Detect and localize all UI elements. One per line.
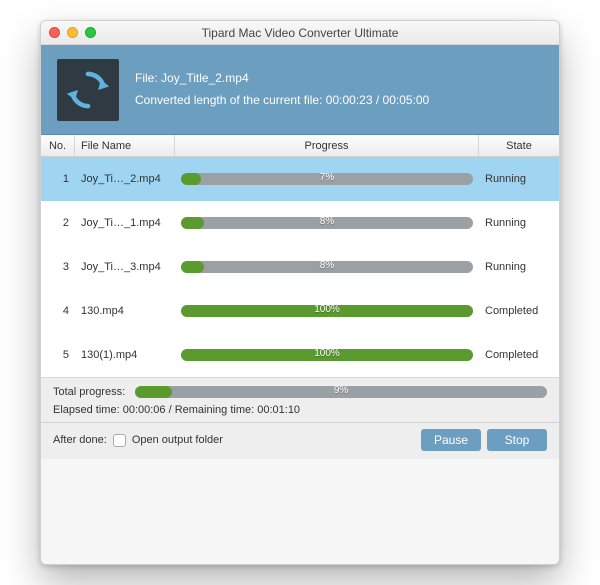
stop-button[interactable]: Stop [487,429,547,451]
table-body: 1Joy_Ti…_2.mp4 7% Running 2Joy_Ti…_1.mp4 8% R… [41,157,559,377]
window-title: Tipard Mac Video Converter Ultimate [41,26,559,40]
progress-bar: 8% [181,217,473,229]
progress-pct: 8% [181,217,473,227]
footer: Total progress: 9% Elapsed time: 00:00:0… [41,377,559,459]
progress-prefix: Converted length of the current file: [135,93,326,107]
progress-pct: 7% [181,173,473,183]
row-progress: 100% [175,305,479,317]
row-filename: Joy_Ti…_3.mp4 [75,261,175,273]
row-progress: 7% [175,173,479,185]
row-state: Running [479,217,559,229]
time-line: Elapsed time: 00:00:06 / Remaining time:… [53,404,547,416]
row-no: 1 [41,173,75,185]
total-progress-pct: 9% [135,386,547,396]
window-controls [49,27,96,38]
row-filename: 130(1).mp4 [75,349,175,361]
total-progress-bar: 9% [135,386,547,398]
total-length: 00:05:00 [383,93,430,107]
progress-bar: 8% [181,261,473,273]
table-row[interactable]: 4130.mp4 100% Completed [41,289,559,333]
row-state: Completed [479,305,559,317]
col-header-name[interactable]: File Name [75,135,175,156]
open-output-folder-label[interactable]: Open output folder [132,434,223,446]
row-state: Completed [479,349,559,361]
maximize-icon[interactable] [85,27,96,38]
table-row[interactable]: 2Joy_Ti…_1.mp4 8% Running [41,201,559,245]
progress-pct: 8% [181,261,473,271]
row-filename: Joy_Ti…_1.mp4 [75,217,175,229]
banner-text: File: Joy_Title_2.mp4 Converted length o… [135,68,429,111]
current-file-name: Joy_Title_2.mp4 [161,71,249,85]
progress-bar: 100% [181,305,473,317]
progress-pct: 100% [181,349,473,359]
convert-icon [57,59,119,121]
progress-bar: 100% [181,349,473,361]
file-prefix: File: [135,71,161,85]
progress-pct: 100% [181,305,473,315]
app-window: Tipard Mac Video Converter Ultimate File… [40,20,560,565]
row-no: 4 [41,305,75,317]
row-state: Running [479,261,559,273]
table-row[interactable]: 5130(1).mp4 100% Completed [41,333,559,377]
table-header: No. File Name Progress State [41,135,559,157]
row-no: 5 [41,349,75,361]
row-no: 2 [41,217,75,229]
divider [41,422,559,423]
row-filename: Joy_Ti…_2.mp4 [75,173,175,185]
table-row[interactable]: 3Joy_Ti…_3.mp4 8% Running [41,245,559,289]
col-header-state[interactable]: State [479,135,559,156]
total-progress-label: Total progress: [53,386,125,398]
col-header-no[interactable]: No. [41,135,75,156]
remaining-time: 00:01:10 [257,404,300,416]
row-filename: 130.mp4 [75,305,175,317]
after-done-label: After done: [53,434,107,446]
row-progress: 8% [175,217,479,229]
current-file-banner: File: Joy_Title_2.mp4 Converted length o… [41,45,559,135]
row-state: Running [479,173,559,185]
table-row[interactable]: 1Joy_Ti…_2.mp4 7% Running [41,157,559,201]
col-header-progress[interactable]: Progress [175,135,479,156]
titlebar: Tipard Mac Video Converter Ultimate [41,21,559,45]
row-progress: 100% [175,349,479,361]
minimize-icon[interactable] [67,27,78,38]
elapsed-length: 00:00:23 [326,93,373,107]
elapsed-time: 00:00:06 [123,404,166,416]
pause-button[interactable]: Pause [421,429,481,451]
close-icon[interactable] [49,27,60,38]
progress-bar: 7% [181,173,473,185]
row-no: 3 [41,261,75,273]
open-output-folder-checkbox[interactable] [113,434,126,447]
row-progress: 8% [175,261,479,273]
